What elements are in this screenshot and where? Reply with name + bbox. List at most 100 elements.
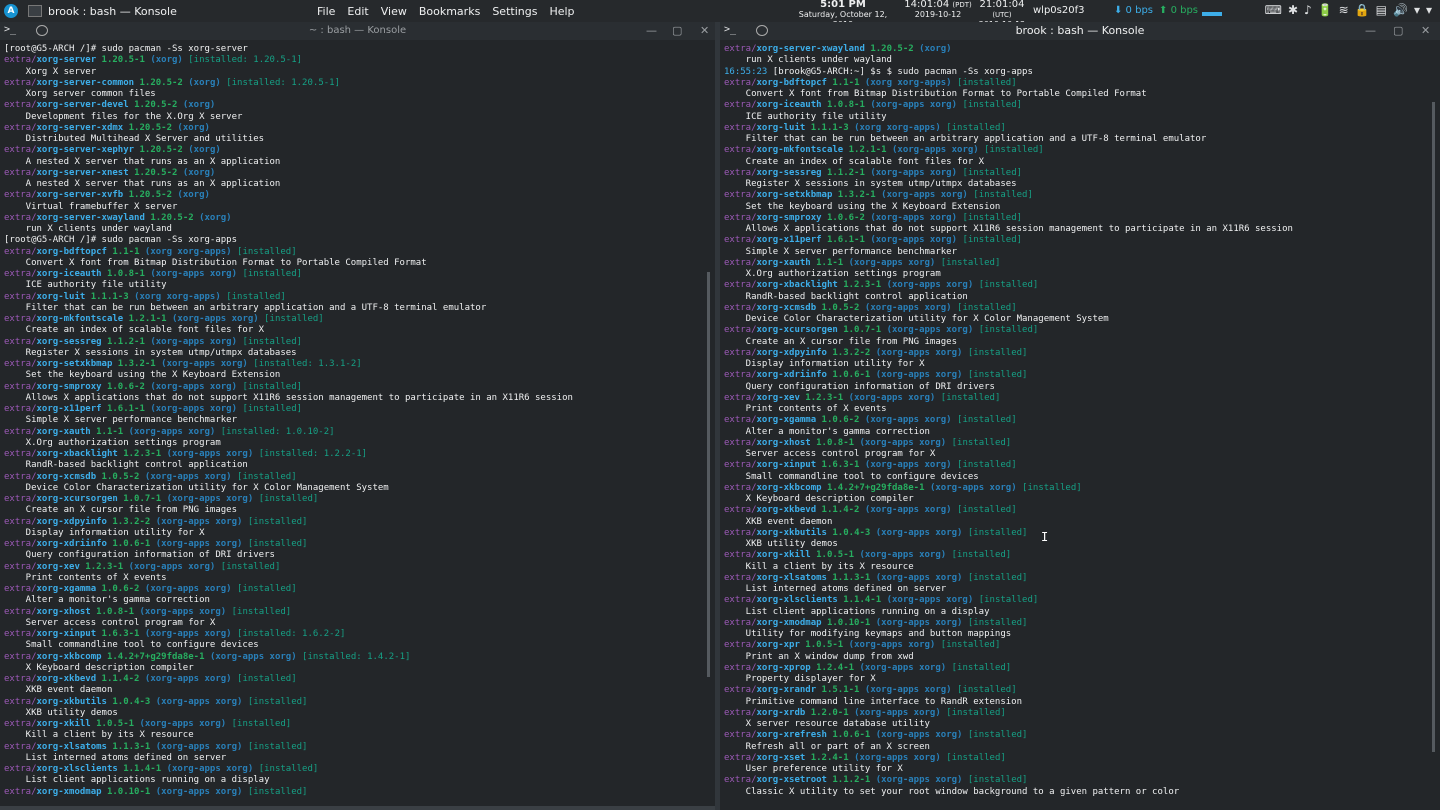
close-icon[interactable]: ✕: [700, 24, 709, 37]
package-groups: (xorg-apps xorg): [150, 269, 238, 279]
clipboard-icon[interactable]: ▤: [1376, 3, 1387, 17]
package-description: Utility for modifying keymaps and button…: [724, 629, 1012, 639]
package-version: 1.1-1: [816, 257, 844, 268]
lock-icon[interactable]: 🔒: [1355, 3, 1370, 17]
terminal-line: Query configuration information of DRI d…: [4, 550, 704, 561]
package-version: 1.1.3-1: [832, 572, 871, 583]
package-groups: (xorg-apps xorg): [848, 640, 936, 651]
package-groups: (xorg-apps xorg): [172, 314, 259, 324]
terminal-line: extra/xorg-server-xvfb 1.20.5-2 (xorg): [4, 190, 704, 201]
horizontal-scrollbar-left[interactable]: [0, 806, 715, 810]
terminal-line: extra/xorg-sessreg 1.1.2-1 (xorg-apps xo…: [724, 168, 1436, 179]
package-version: 1.20.5-2: [150, 212, 194, 223]
repo-name: extra/: [4, 100, 37, 111]
terminal-line: extra/xorg-server-xwayland 1.20.5-2 (xor…: [4, 213, 704, 224]
minimize-icon[interactable]: —: [1365, 24, 1376, 37]
terminal-line: A nested X server that runs as an X appl…: [4, 179, 704, 190]
network-speed: ⬇ 0 bps ⬆ 0 bps: [1114, 5, 1223, 16]
terminal-line: Filter that can be run between an arbitr…: [4, 303, 704, 314]
package-description: Primitive command line interface to Rand…: [724, 696, 1023, 707]
terminal-line: Convert X font from Bitmap Distribution …: [724, 89, 1436, 100]
minimize-icon[interactable]: —: [646, 24, 657, 37]
menu-bookmarks[interactable]: Bookmarks: [419, 5, 480, 18]
package-groups: (xorg-apps xorg): [881, 190, 968, 201]
terminal-line: Alter a monitor's gamma correction: [4, 595, 704, 606]
terminal-line: extra/xorg-xkill 1.0.5-1 (xorg-apps xorg…: [4, 719, 704, 730]
package-groups: (xorg-apps xorg): [848, 392, 936, 403]
scrollbar-left[interactable]: [707, 272, 710, 677]
installed-badge: [installed]: [247, 786, 308, 797]
terminal-line: extra/xorg-iceauth 1.0.8-1 (xorg-apps xo…: [4, 269, 704, 280]
package-version: 1.1.2-1: [826, 167, 865, 178]
package-groups: (xorg): [188, 77, 221, 88]
terminal-line: extra/xorg-xev 1.2.3-1 (xorg-apps xorg) …: [4, 562, 704, 573]
installed-badge: [installed]: [978, 325, 1039, 336]
net-down: ⬇ 0 bps: [1114, 5, 1154, 16]
audio-icon[interactable]: ♪: [1304, 3, 1312, 17]
tray-expand-icon[interactable]: ▾: [1414, 3, 1420, 17]
package-groups: (xorg): [182, 167, 216, 178]
package-groups: (xorg-apps xorg): [854, 752, 941, 763]
terminal-line: extra/xorg-server-xdmx 1.20.5-2 (xorg): [4, 123, 704, 134]
scrollbar-right[interactable]: [1432, 102, 1435, 752]
installed-badge: [installed: 1.2.2-1]: [258, 449, 368, 459]
terminal-line: RandR-based backlight control applicatio…: [724, 292, 1436, 303]
terminal-line: Device Color Characterization utility fo…: [4, 483, 704, 494]
terminal-line: extra/xorg-server-common 1.20.5-2 (xorg)…: [4, 78, 704, 89]
menu-help[interactable]: Help: [549, 5, 574, 18]
system-tray: ⌨ ✱ ♪ 🔋 ≋ 🔒 ▤ 🔊 ▾ ▾: [1265, 3, 1432, 17]
terminal-output-right[interactable]: extra/xorg-server-xwayland 1.20.5-2 (xor…: [724, 44, 1436, 810]
installed-badge: [installed]: [946, 122, 1006, 133]
terminal-pane-right[interactable]: >_ brook : bash — Konsole — ▢ ✕ extra/xo…: [720, 22, 1440, 810]
terminal-line: extra/xorg-xkbutils 1.0.4-3 (xorg-apps x…: [4, 697, 704, 708]
terminal-line: extra/xorg-xrdb 1.2.0-1 (xorg-apps xorg)…: [724, 708, 1436, 719]
bluetooth-icon[interactable]: ✱: [1288, 3, 1298, 17]
terminal-line: Utility for modifying keymaps and button…: [724, 629, 1436, 640]
package-groups: (xorg-apps xorg): [864, 460, 952, 471]
repo-name: extra/: [724, 752, 757, 763]
package-groups: (xorg-apps xorg): [144, 674, 232, 684]
package-description: Distributed Multihead X Server and utili…: [4, 134, 265, 144]
repo-name: extra/: [724, 77, 757, 88]
installed-badge: [installed]: [957, 505, 1017, 516]
terminal-line: extra/xorg-xkill 1.0.5-1 (xorg-apps xorg…: [724, 550, 1436, 561]
battery-icon[interactable]: 🔋: [1318, 3, 1333, 17]
repo-name: extra/: [4, 741, 37, 752]
menu-file[interactable]: File: [317, 5, 335, 18]
volume-icon[interactable]: 🔊: [1393, 3, 1408, 17]
terminal-line: extra/xorg-xrefresh 1.0.6-1 (xorg-apps x…: [724, 730, 1436, 741]
wifi-icon[interactable]: ≋: [1339, 3, 1349, 17]
repo-name: extra/: [4, 606, 37, 617]
package-description: Convert X font from Bitmap Distribution …: [724, 89, 1147, 99]
installed-badge: [installed]: [237, 471, 297, 482]
repo-name: extra/: [724, 370, 757, 381]
app-launcher-icon[interactable]: A: [4, 4, 18, 18]
repo-name: extra/: [724, 302, 757, 313]
package-description: Print an X window dump from xwd: [724, 651, 914, 662]
package-description: X Keyboard description compiler: [724, 494, 914, 504]
menu-settings[interactable]: Settings: [492, 5, 537, 18]
package-description: Set the keyboard using the X Keyboard Ex…: [724, 201, 1001, 212]
installed-badge: [installed]: [231, 719, 292, 729]
terminal-line: extra/xorg-xkbcomp 1.4.2+7+g29fda8e-1 (x…: [4, 652, 704, 663]
terminal-output-left[interactable]: [root@G5-ARCH /]# sudo pacman -Ss xorg-s…: [4, 44, 704, 810]
menu-edit[interactable]: Edit: [347, 5, 368, 18]
package-groups: (xorg): [919, 44, 952, 54]
package-groups: (xorg-apps xorg): [870, 100, 958, 111]
package-version: 1.5.1-1: [821, 685, 860, 696]
repo-name: extra/: [724, 550, 757, 561]
package-name: xorg-mkfontscale: [756, 145, 844, 156]
keyboard-icon[interactable]: ⌨: [1265, 3, 1282, 17]
menu-view[interactable]: View: [381, 5, 407, 18]
terminal-line: extra/xorg-x11perf 1.6.1-1 (xorg-apps xo…: [724, 235, 1436, 246]
package-description: XKB event daemon: [724, 516, 833, 527]
maximize-icon[interactable]: ▢: [1393, 24, 1403, 37]
package-name: xorg-xlsatoms: [756, 572, 827, 583]
close-icon[interactable]: ✕: [1421, 24, 1430, 37]
terminal-pane-left[interactable]: >_ ~ : bash — Konsole — ▢ ✕ [root@G5-ARC…: [0, 22, 715, 810]
panel-menu-icon[interactable]: ▾: [1426, 3, 1432, 17]
package-description: Allows X applications that do not suppor…: [4, 392, 573, 403]
maximize-icon[interactable]: ▢: [672, 24, 682, 37]
package-name: xorg-server-xdmx: [36, 122, 124, 133]
package-groups: (xorg-apps xorg): [875, 572, 963, 583]
